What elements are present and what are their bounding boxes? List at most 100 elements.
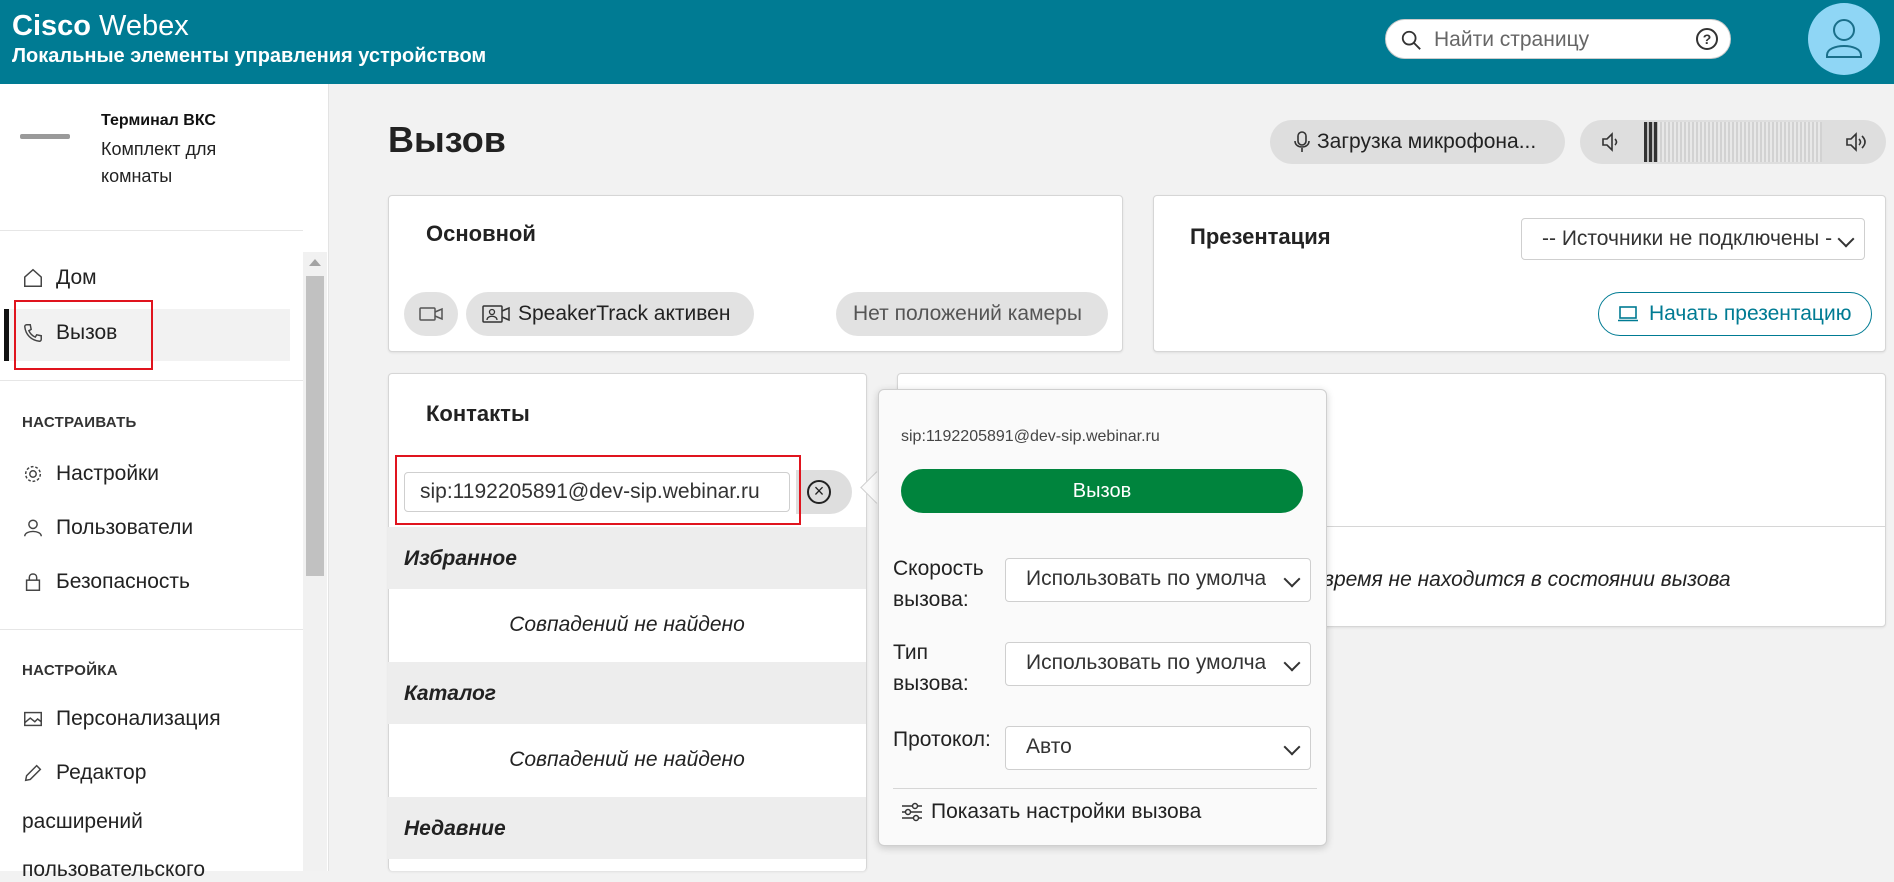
sidebar-item-label: Безопасность	[56, 570, 190, 593]
call-speed-value: Использовать по умолчанию	[1026, 567, 1266, 590]
chevron-down-icon	[1283, 570, 1301, 588]
presentation-card: Презентация -- Источники не подключены -…	[1153, 195, 1886, 352]
sidebar-item-label-continued: пользовательского	[22, 858, 206, 881]
page-search[interactable]: ?	[1385, 19, 1731, 59]
volume-slider-fill	[1644, 122, 1658, 162]
camera-button[interactable]	[404, 292, 458, 336]
user-icon	[24, 519, 42, 537]
sidebar-item-label: Настройки	[56, 462, 159, 485]
divider	[0, 629, 303, 630]
divider	[0, 380, 303, 381]
gear-icon	[24, 465, 42, 483]
recent-header: Недавние	[388, 797, 866, 859]
card-title: Презентация	[1190, 224, 1331, 249]
sidebar-item-editor[interactable]: Редактор	[22, 761, 146, 785]
brand-logo: Cisco Webex	[12, 8, 189, 44]
favorites-no-results: Совпадений не найдено	[509, 613, 745, 636]
lock-icon	[25, 573, 41, 591]
catalog-header: Каталог	[388, 662, 866, 724]
highlight-box	[395, 455, 801, 525]
call-button[interactable]: Вызов	[901, 469, 1303, 513]
search-input[interactable]	[1432, 26, 1686, 54]
camera-positions-button[interactable]: Нет положений камеры	[836, 292, 1108, 336]
brand-name-bold: Cisco	[12, 10, 91, 42]
sidebar-item-label-continued: расширений	[22, 810, 143, 833]
speakertrack-button[interactable]: SpeakerTrack активен	[466, 292, 754, 336]
device-subtitle: Комплект для комнаты	[101, 139, 217, 186]
sidebar-scrollbar-thumb[interactable]	[306, 276, 324, 576]
presentation-source-select[interactable]: -- Источники не подключены --	[1521, 218, 1865, 260]
home-icon	[24, 268, 42, 287]
catalog-no-results: Совпадений не найдено	[509, 748, 745, 771]
call-type-value: Использовать по умолчанию	[1026, 651, 1266, 674]
device-image	[20, 134, 70, 139]
highlight-box	[14, 300, 153, 370]
pencil-icon	[24, 764, 42, 782]
call-popup: sip:1192205891@dev-sip.webinar.ru Вызов …	[878, 389, 1327, 846]
start-presentation-label: Начать презентацию	[1649, 302, 1852, 325]
scroll-up-arrow-icon[interactable]	[309, 259, 321, 266]
divider	[0, 230, 303, 231]
speakertrack-icon	[482, 305, 510, 323]
volume-control[interactable]	[1580, 120, 1886, 164]
chevron-down-icon	[1283, 738, 1301, 756]
sidebar-item-label: Редактор	[56, 761, 147, 784]
show-call-settings-button[interactable]: Показать настройки вызова	[901, 800, 1201, 824]
sidebar-item-personalization[interactable]: Персонализация	[22, 707, 221, 731]
chevron-down-icon	[1837, 230, 1855, 248]
primary-camera-card: Основной SpeakerTrack активен Нет положе…	[388, 195, 1123, 352]
sidebar-item-label: Пользователи	[56, 516, 194, 539]
call-speed-select[interactable]: Использовать по умолчанию	[1005, 558, 1311, 602]
camera-positions-label: Нет положений камеры	[853, 302, 1082, 325]
catalog-label: Каталог	[404, 682, 497, 705]
active-item-indicator	[4, 309, 9, 361]
presentation-source-value: -- Источники не подключены --	[1542, 227, 1832, 250]
close-icon: ×	[807, 480, 831, 504]
card-title: Основной	[426, 221, 536, 246]
video-camera-icon	[419, 307, 443, 321]
user-avatar-icon	[1826, 19, 1862, 58]
device-title: Терминал ВКС	[101, 112, 216, 129]
sidebar-item-home[interactable]: Дом	[22, 266, 97, 290]
favorites-header: Избранное	[388, 527, 866, 589]
top-header: Cisco Webex Локальные элементы управлени…	[0, 0, 1894, 84]
section-heading-setup: НАСТРОЙКА	[22, 662, 118, 679]
sidebar-item-label: Персонализация	[56, 707, 221, 730]
sidebar-item-users[interactable]: Пользователи	[22, 516, 193, 540]
chevron-down-icon	[1283, 654, 1301, 672]
call-status-text: время не находится в состоянии вызова	[1323, 568, 1731, 591]
start-presentation-button[interactable]: Начать презентацию	[1598, 292, 1872, 336]
volume-slider-track[interactable]	[1644, 122, 1822, 162]
page-title: Вызов	[388, 119, 506, 160]
recent-label: Недавние	[404, 817, 506, 840]
section-heading-customize: НАСТРАИВАТЬ	[22, 414, 137, 431]
microphone-icon	[1294, 131, 1310, 152]
sidebar-item-settings[interactable]: Настройки	[22, 462, 159, 486]
user-avatar[interactable]	[1808, 3, 1880, 75]
laptop-icon	[1618, 306, 1638, 322]
favorites-label: Избранное	[404, 547, 517, 570]
sidebar-item-label: Дом	[56, 266, 97, 289]
volume-down-icon[interactable]	[1600, 131, 1622, 153]
divider	[893, 788, 1317, 789]
protocol-value: Авто	[1026, 735, 1072, 758]
header-subtitle: Локальные элементы управления устройство…	[12, 45, 487, 67]
brand-name-light: Webex	[99, 10, 189, 42]
call-type-label: Тип вызова:	[893, 641, 969, 695]
call-speed-label: Скорость вызова:	[893, 557, 984, 611]
microphone-label: Загрузка микрофона...	[1317, 130, 1537, 153]
show-call-settings-label: Показать настройки вызова	[931, 800, 1202, 823]
popup-address: sip:1192205891@dev-sip.webinar.ru	[901, 428, 1160, 445]
call-type-select[interactable]: Использовать по умолчанию	[1005, 642, 1311, 686]
help-icon[interactable]: ?	[1696, 28, 1718, 50]
image-icon	[24, 711, 42, 727]
microphone-button[interactable]: Загрузка микрофона...	[1270, 120, 1565, 164]
clear-search-button[interactable]: ×	[796, 470, 852, 514]
sidebar: Терминал ВКС Комплект для комнаты Дом Вы…	[0, 84, 329, 881]
speakertrack-label: SpeakerTrack активен	[518, 302, 731, 325]
protocol-select[interactable]: Авто	[1005, 726, 1311, 770]
volume-up-icon[interactable]	[1844, 131, 1870, 153]
card-title: Контакты	[426, 401, 530, 426]
sidebar-item-security[interactable]: Безопасность	[22, 570, 190, 594]
protocol-label: Протокол:	[893, 728, 991, 751]
